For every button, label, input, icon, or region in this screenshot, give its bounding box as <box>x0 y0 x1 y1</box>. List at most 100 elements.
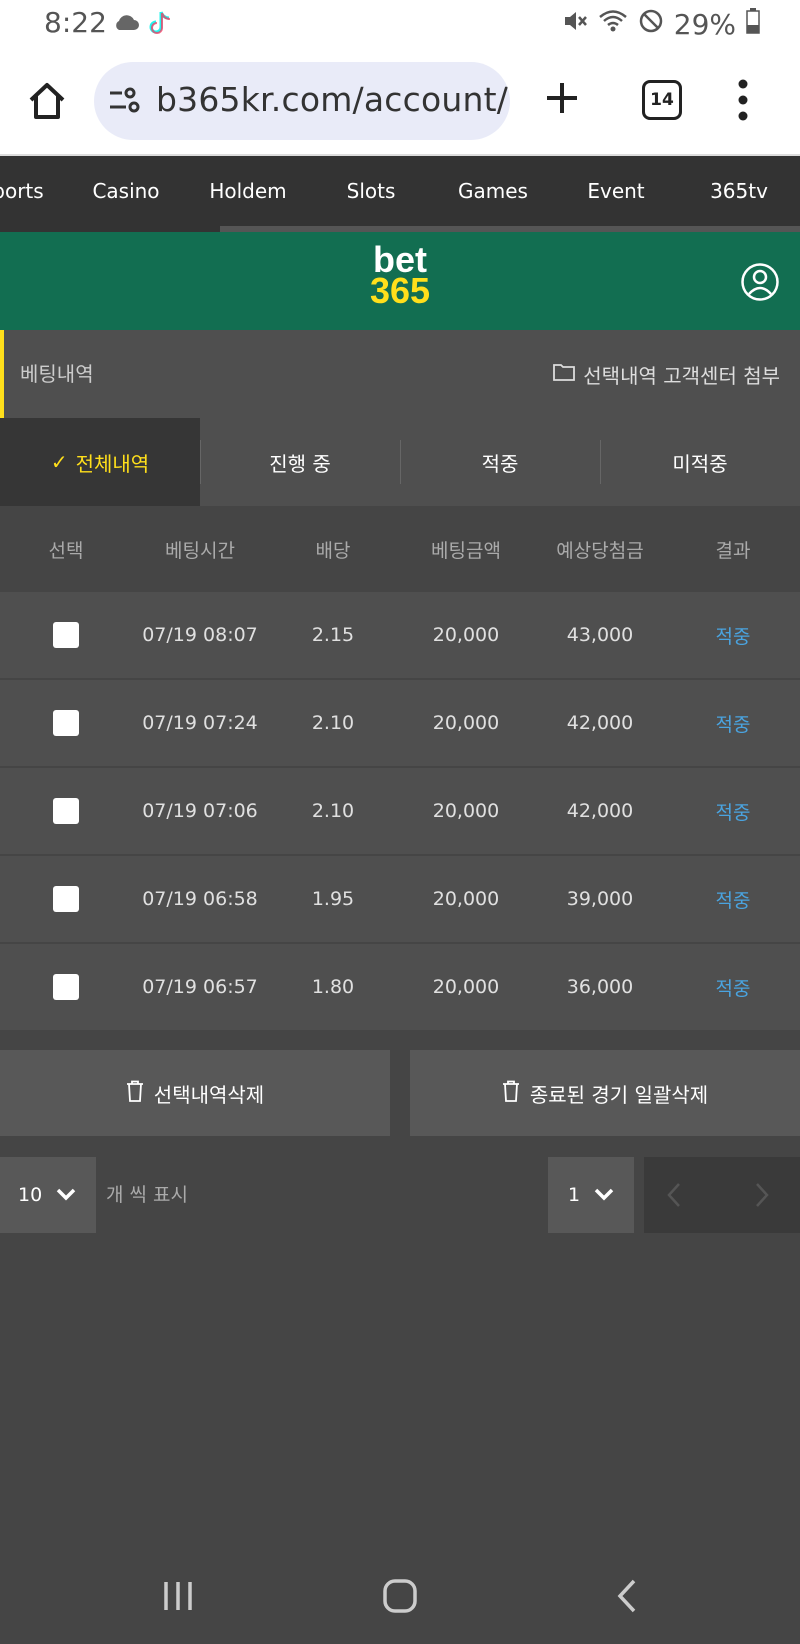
table-row[interactable]: 07/19 07:24 2.10 20,000 42,000 적중 <box>0 680 800 768</box>
home-nav-icon[interactable] <box>382 1578 418 1618</box>
nav-item-sports[interactable]: ports <box>0 156 48 226</box>
bet-amount: 20,000 <box>432 624 500 646</box>
table-row[interactable]: 07/19 06:58 1.95 20,000 39,000 적중 <box>0 856 800 944</box>
site-header: bet 365 <box>0 232 800 330</box>
tab-divider <box>600 440 601 484</box>
page-value: 1 <box>568 1184 581 1206</box>
odds: 2.15 <box>311 624 355 646</box>
bet-amount: 20,000 <box>432 888 500 910</box>
back-icon[interactable] <box>612 1578 642 1618</box>
nav-item-slots[interactable]: Slots <box>321 156 421 226</box>
delete-selected-label: 선택내역삭제 <box>153 1082 265 1107</box>
next-page-icon[interactable] <box>754 1181 770 1213</box>
page-header: 베팅내역 선택내역 고객센터 첨부 <box>0 330 800 418</box>
cloud-icon <box>112 12 140 36</box>
table-row[interactable]: 07/19 06:57 1.80 20,000 36,000 적중 <box>0 944 800 1032</box>
expected-win: 42,000 <box>566 800 634 822</box>
tab-divider <box>200 440 201 484</box>
logo-bottom-text: 365 <box>369 270 431 311</box>
new-tab-icon[interactable] <box>542 78 582 118</box>
more-menu-icon[interactable] <box>736 78 750 122</box>
odds: 2.10 <box>311 712 355 734</box>
system-nav-bar <box>0 1560 800 1644</box>
bet-time: 07/19 06:57 <box>142 976 258 998</box>
site-settings-icon[interactable] <box>108 86 140 120</box>
row-checkbox[interactable] <box>53 798 79 824</box>
per-page-label: 개 씩 표시 <box>106 1184 188 1206</box>
nav-item-games[interactable]: Games <box>443 156 543 226</box>
expected-win: 43,000 <box>566 624 634 646</box>
odds: 1.80 <box>311 976 355 998</box>
browser-toolbar: b365kr.com/account/hi 14 <box>0 50 800 156</box>
bet-amount: 20,000 <box>432 800 500 822</box>
battery-icon <box>746 7 760 41</box>
bet-time: 07/19 08:07 <box>142 624 258 646</box>
select-cell <box>16 592 116 678</box>
header-bet-amount: 베팅금액 <box>431 539 501 562</box>
tab-all-history[interactable]: ✓ 전체내역 <box>0 418 200 506</box>
expected-win: 39,000 <box>566 888 634 910</box>
page-title: 베팅내역 <box>20 362 94 386</box>
nav-item-365tv[interactable]: 365tv <box>689 156 789 226</box>
prev-page-icon[interactable] <box>666 1181 682 1213</box>
page-select[interactable]: 1 <box>548 1157 634 1233</box>
per-page-select[interactable]: 10 <box>0 1157 96 1233</box>
status-bar: 8:22 29% <box>0 0 800 50</box>
check-icon: ✓ <box>50 450 68 474</box>
nav-item-casino[interactable]: Casino <box>76 156 176 226</box>
select-cell <box>16 856 116 942</box>
trash-icon <box>126 1080 144 1107</box>
result-link[interactable]: 적중 <box>683 592 783 678</box>
result-link[interactable]: 적중 <box>683 768 783 854</box>
expected-win: 36,000 <box>566 976 634 998</box>
header-expected-win: 예상당첨금 <box>556 539 644 562</box>
url-text: b365kr.com/account/hi <box>156 80 510 119</box>
attach-to-support-button[interactable]: 선택내역 고객센터 첨부 <box>553 330 780 418</box>
attach-label: 선택내역 고객센터 첨부 <box>583 363 780 388</box>
delete-selected-button[interactable]: 선택내역삭제 <box>0 1050 390 1136</box>
tab-lost[interactable]: 미적중 <box>600 418 800 506</box>
row-checkbox[interactable] <box>53 622 79 648</box>
tab-label: 적중 <box>481 451 519 476</box>
table-row[interactable]: 07/19 08:07 2.15 20,000 43,000 적중 <box>0 592 800 680</box>
table-header: 선택 베팅시간 배당 베팅금액 예상당첨금 결과 <box>0 506 800 592</box>
account-icon[interactable] <box>740 262 780 302</box>
result-link[interactable]: 적중 <box>683 680 783 766</box>
battery-text: 29% <box>673 7 736 41</box>
tab-divider <box>400 440 401 484</box>
nav-item-holdem[interactable]: Holdem <box>198 156 298 226</box>
recent-apps-icon[interactable] <box>160 1578 196 1618</box>
header-result: 결과 <box>715 539 751 562</box>
tab-label: 미적중 <box>672 451 728 476</box>
odds: 1.95 <box>311 888 355 910</box>
header-select: 선택 <box>48 539 84 562</box>
tiktok-icon <box>148 9 172 41</box>
bet365-logo[interactable]: bet 365 <box>360 242 440 311</box>
tab-won[interactable]: 적중 <box>400 418 600 506</box>
row-checkbox[interactable] <box>53 886 79 912</box>
mute-icon <box>562 8 588 41</box>
result-link[interactable]: 적중 <box>683 944 783 1030</box>
bet-time: 07/19 06:58 <box>142 888 258 910</box>
result-link[interactable]: 적중 <box>683 856 783 942</box>
tab-in-progress[interactable]: 진행 중 <box>200 418 400 506</box>
accent-bar <box>0 330 4 418</box>
address-bar[interactable]: b365kr.com/account/hi <box>94 62 510 140</box>
row-checkbox[interactable] <box>53 974 79 1000</box>
per-page-value: 10 <box>18 1184 43 1206</box>
header-bet-time: 베팅시간 <box>165 539 235 562</box>
sports-nav: ports Casino Holdem Slots Games Event 36… <box>0 156 800 232</box>
select-cell <box>16 768 116 854</box>
table-row[interactable]: 07/19 07:06 2.10 20,000 42,000 적중 <box>0 768 800 856</box>
home-icon[interactable] <box>26 80 68 122</box>
odds: 2.10 <box>311 800 355 822</box>
bet-amount: 20,000 <box>432 712 500 734</box>
bet-time: 07/19 07:24 <box>142 712 258 734</box>
nav-item-event[interactable]: Event <box>566 156 666 226</box>
row-checkbox[interactable] <box>53 710 79 736</box>
chevron-down-icon <box>56 1184 76 1206</box>
delete-finished-button[interactable]: 종료된 경기 일괄삭제 <box>410 1050 800 1136</box>
tab-switcher-button[interactable]: 14 <box>642 80 682 120</box>
delete-finished-label: 종료된 경기 일괄삭제 <box>529 1082 709 1107</box>
status-time: 8:22 <box>44 6 107 39</box>
